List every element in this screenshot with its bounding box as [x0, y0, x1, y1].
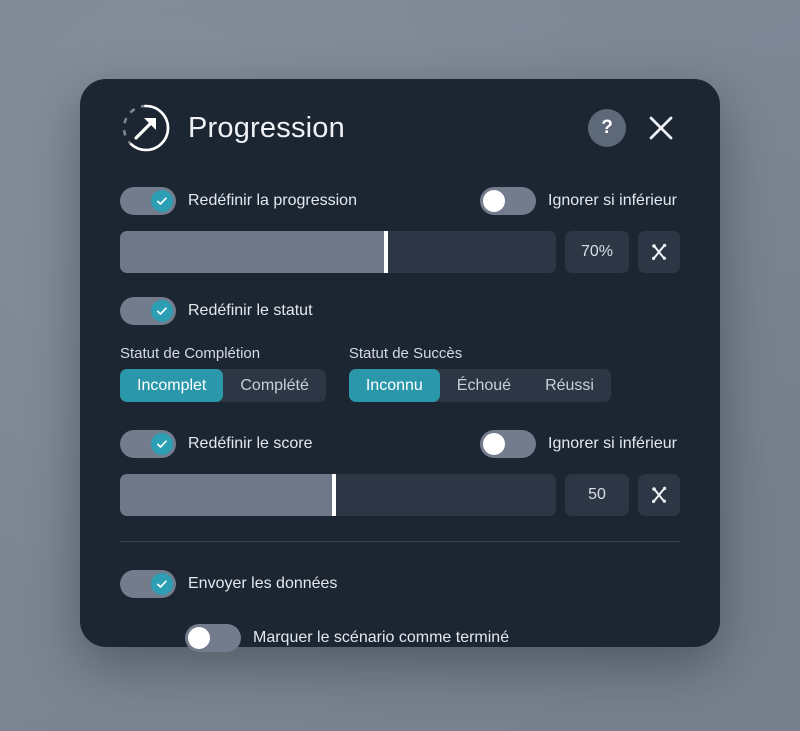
ignore-if-lower-score-label: Ignorer si inférieur [548, 435, 677, 452]
success-status-caption: Statut de Succès [348, 345, 463, 362]
header-actions: ? [588, 109, 680, 147]
score-slider-fill [120, 474, 334, 516]
mark-scenario-complete-label: Marquer le scénario comme terminé [253, 629, 510, 646]
segment-complete[interactable]: Complété [223, 369, 325, 402]
status-toggle-row: Redéfinir le statut [120, 291, 680, 331]
switch-track [120, 430, 176, 458]
segment-incomplet[interactable]: Incomplet [120, 369, 224, 402]
switch-knob [483, 433, 505, 455]
reset-progression-toggle[interactable]: Redéfinir la progression [120, 187, 357, 215]
ignore-if-lower-progress-label: Ignorer si inférieur [548, 192, 677, 209]
switch-knob [151, 573, 173, 595]
score-toggle-row: Redéfinir le score Ignorer si inférieur [120, 424, 680, 464]
switch-track [120, 297, 176, 325]
progress-slider[interactable] [120, 231, 556, 273]
section-divider [120, 541, 680, 542]
completion-status-segmented: Incomplet Complété [120, 369, 326, 402]
reset-score-label: Redéfinir le score [188, 435, 313, 452]
progression-dialog: Progression ? Redéfinir la progression I… [80, 79, 720, 652]
reset-score-toggle[interactable]: Redéfinir le score [120, 430, 313, 458]
mark-scenario-complete-toggle[interactable]: Marquer le scénario comme terminé [185, 624, 509, 652]
switch-track [120, 570, 176, 598]
score-slider[interactable] [120, 474, 556, 516]
progress-arrow-icon [120, 102, 172, 154]
completion-status-block: Statut de Complétion Incomplet Complété [120, 345, 326, 402]
mark-scenario-row: Marquer le scénario comme terminé [120, 618, 680, 658]
switch-knob [188, 627, 210, 649]
send-data-label: Envoyer les données [188, 575, 338, 592]
reset-status-toggle[interactable]: Redéfinir le statut [120, 297, 313, 325]
completion-status-caption: Statut de Complétion [120, 345, 261, 362]
switch-track [480, 430, 536, 458]
ignore-if-lower-score-toggle[interactable]: Ignorer si inférieur [480, 430, 677, 458]
variable-icon[interactable] [638, 231, 680, 273]
send-data-row: Envoyer les données [120, 564, 680, 604]
reset-status-label: Redéfinir le statut [188, 302, 313, 319]
close-icon[interactable] [642, 109, 680, 147]
segment-inconnu[interactable]: Inconnu [348, 369, 440, 402]
segment-echoue[interactable]: Échoué [440, 369, 528, 402]
switch-knob [151, 300, 173, 322]
progress-slider-handle[interactable] [383, 231, 388, 273]
switch-track [120, 187, 176, 215]
send-data-toggle[interactable]: Envoyer les données [120, 570, 337, 598]
switch-knob [151, 190, 173, 212]
progress-slider-fill [120, 231, 386, 273]
progress-slider-row: 70% [120, 231, 680, 273]
switch-track [480, 187, 536, 215]
page-title: Progression [188, 111, 345, 144]
score-slider-row: 50 [120, 474, 680, 516]
status-segment-row: Statut de Complétion Incomplet Complété … [120, 345, 680, 402]
progress-value-input[interactable]: 70% [565, 231, 629, 273]
reset-progression-label: Redéfinir la progression [188, 192, 357, 209]
switch-knob [151, 433, 173, 455]
success-status-block: Statut de Succès Inconnu Échoué Réussi [348, 345, 611, 402]
switch-knob [483, 190, 505, 212]
score-slider-handle[interactable] [331, 474, 336, 516]
progress-toggle-row: Redéfinir la progression Ignorer si infé… [120, 181, 680, 221]
success-status-segmented: Inconnu Échoué Réussi [348, 369, 611, 402]
score-value-input[interactable]: 50 [565, 474, 629, 516]
dialog-header: Progression ? [120, 79, 680, 177]
variable-icon[interactable] [638, 474, 680, 516]
help-button[interactable]: ? [588, 109, 626, 147]
segment-reussi[interactable]: Réussi [528, 369, 611, 402]
ignore-if-lower-progress-toggle[interactable]: Ignorer si inférieur [480, 187, 677, 215]
switch-track [185, 624, 241, 652]
